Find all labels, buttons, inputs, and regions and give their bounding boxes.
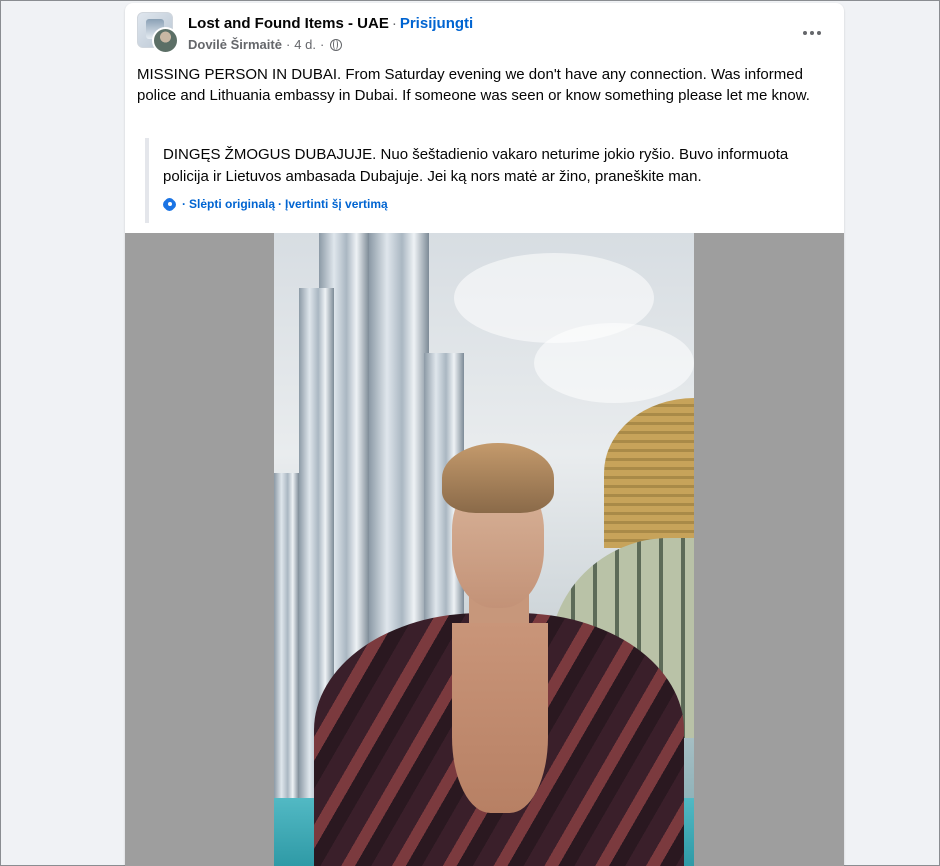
post-text: MISSING PERSON IN DUBAI. From Saturday e…: [137, 66, 810, 104]
group-name-link[interactable]: Lost and Found Items - UAE: [188, 15, 389, 32]
gear-icon[interactable]: [163, 198, 176, 211]
post-photo[interactable]: [274, 233, 694, 866]
post-avatar[interactable]: [137, 12, 179, 54]
meta-separator: ·: [285, 37, 291, 52]
post-card: Lost and Found Items - UAE · Prisijungti D…: [125, 3, 844, 866]
header-separator: ·: [391, 15, 397, 32]
translation-links: · Slėpti originalą · Įvertinti šį vertim…: [163, 197, 388, 211]
post-timestamp[interactable]: 4 d.: [294, 37, 316, 52]
links-separator: ·: [182, 197, 186, 211]
post-meta: Dovilė Širmaitė · 4 d. ·: [188, 37, 343, 52]
globe-icon[interactable]: [330, 38, 343, 51]
original-text-block: DINGĘS ŽMOGUS DUBAJUJE. Nuo šeštadienio …: [145, 138, 815, 223]
post-header: Lost and Found Items - UAE · Prisijungti: [188, 15, 473, 32]
join-group-link[interactable]: Prisijungti: [400, 15, 473, 32]
rate-translation-link[interactable]: Įvertinti šį vertimą: [285, 197, 388, 211]
original-text: DINGĘS ŽMOGUS DUBAJUJE. Nuo šeštadienio …: [163, 146, 789, 185]
hide-original-link[interactable]: Slėpti originalą: [189, 197, 275, 211]
post-media: [125, 233, 844, 866]
links-separator: ·: [278, 197, 283, 211]
more-icon[interactable]: [800, 21, 824, 45]
author-avatar[interactable]: [152, 27, 179, 54]
author-name-link[interactable]: Dovilė Širmaitė: [188, 37, 282, 52]
meta-separator: ·: [319, 37, 325, 52]
